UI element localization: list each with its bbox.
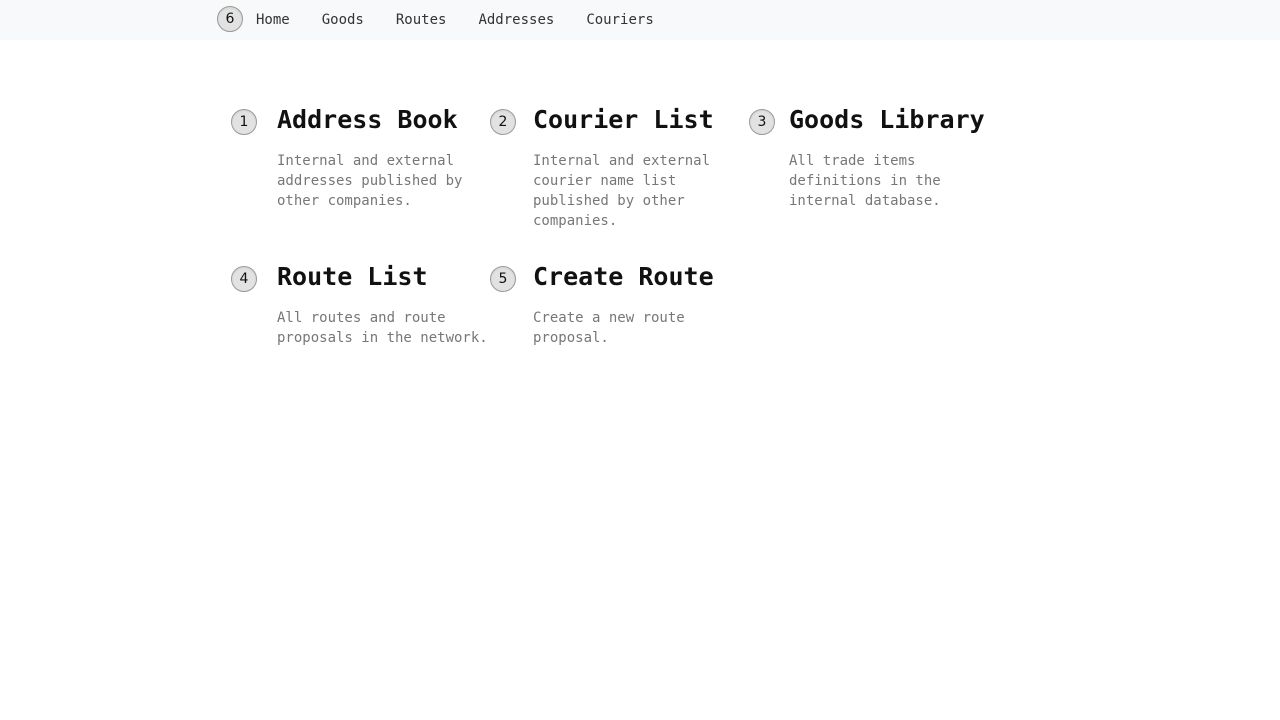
card-title[interactable]: Create Route [533,262,753,292]
card-description: All trade items definitions in the inter… [789,153,941,209]
card-number-badge: 1 [231,109,257,135]
nav-number-badge: 6 [217,6,243,32]
card-title[interactable]: Goods Library [789,105,1009,135]
card-goods-library[interactable]: Goods Library All trade items definition… [789,105,1009,211]
nav-link-couriers[interactable]: Couriers [586,10,653,30]
card-number-badge: 5 [490,266,516,292]
card-description: Create a new route proposal. [533,310,685,346]
card-create-route[interactable]: Create Route Create a new route proposal… [533,262,753,348]
card-route-list[interactable]: Route List All routes and route proposal… [277,262,497,348]
card-address-book[interactable]: Address Book Internal and external addre… [277,105,497,211]
card-description: Internal and external addresses publishe… [277,153,463,209]
card-title[interactable]: Address Book [277,105,497,135]
card-number-badge: 3 [749,109,775,135]
nav-link-home[interactable]: Home [256,10,290,30]
nav-link-routes[interactable]: Routes [396,10,447,30]
card-title[interactable]: Courier List [533,105,753,135]
card-number-badge: 2 [490,109,516,135]
card-title[interactable]: Route List [277,262,497,292]
card-description: Internal and external courier name list … [533,153,711,229]
top-navbar: 6 Home Goods Routes Addresses Couriers [0,0,1280,40]
card-description: All routes and route proposals in the ne… [277,310,488,346]
nav-links: Home Goods Routes Addresses Couriers [256,0,654,40]
card-courier-list[interactable]: Courier List Internal and external couri… [533,105,753,231]
nav-link-addresses[interactable]: Addresses [478,10,554,30]
nav-link-goods[interactable]: Goods [322,10,364,30]
card-number-badge: 4 [231,266,257,292]
